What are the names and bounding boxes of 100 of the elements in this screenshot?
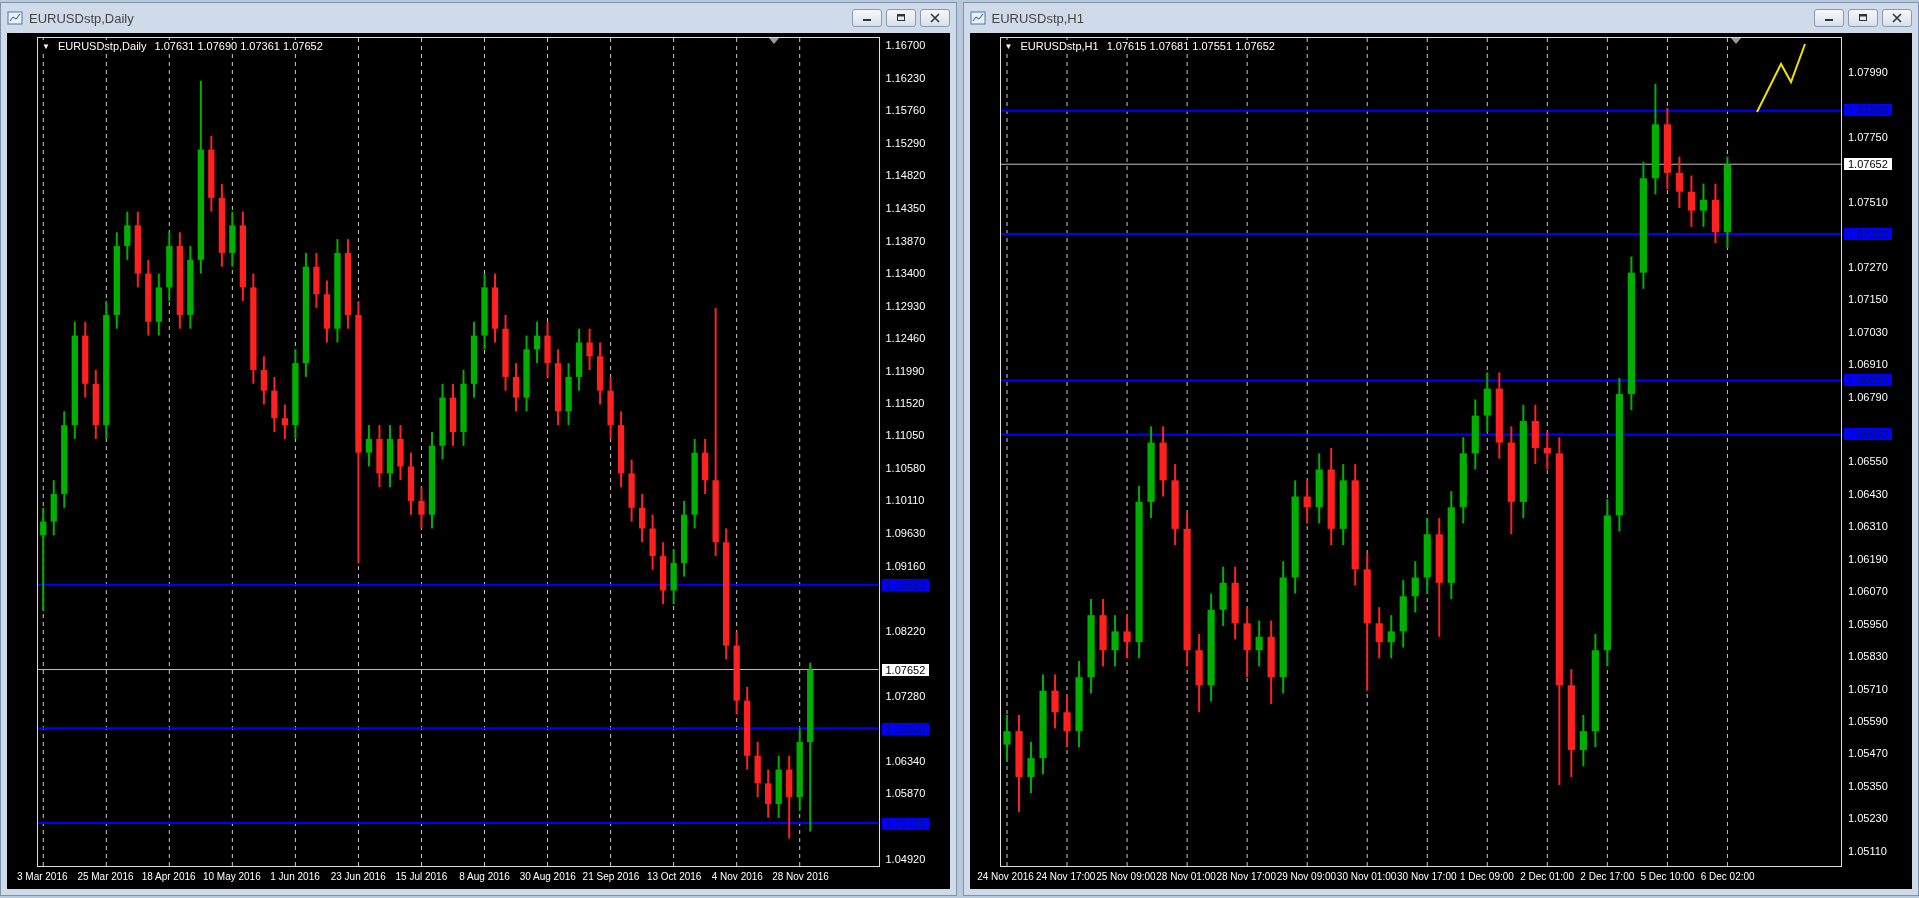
candle	[1699, 182, 1707, 228]
price-label: 1.05470	[1848, 747, 1888, 760]
close-icon	[1892, 13, 1902, 23]
minimize-button[interactable]	[1814, 9, 1844, 27]
price-label: 1.07030	[1848, 325, 1888, 338]
candle	[1050, 673, 1059, 730]
price-label: 1.14350	[885, 201, 926, 214]
candle	[659, 541, 667, 606]
candle	[323, 279, 331, 344]
price-label: 1.05350	[1848, 779, 1888, 792]
price-label: 1.09160	[885, 559, 926, 572]
candle	[260, 355, 268, 406]
price-label: 1.06340	[885, 754, 926, 767]
candle	[1303, 479, 1311, 525]
date-label: 28 Nov 2016	[772, 871, 829, 882]
price-tag: 1.05425	[881, 817, 930, 830]
restore-button[interactable]	[885, 9, 916, 27]
candle	[775, 754, 782, 819]
candle	[670, 548, 677, 606]
price-label: 1.05950	[1848, 617, 1888, 630]
price-tag: 1.07652	[1844, 157, 1892, 170]
candle	[596, 341, 604, 406]
candle	[512, 362, 520, 413]
ohlc-values: 1.07631 1.07690 1.07361 1.07652	[154, 40, 323, 54]
close-icon	[929, 13, 940, 23]
collapse-toggle[interactable]: ▼	[1004, 40, 1013, 54]
minimize-button[interactable]	[851, 9, 882, 27]
shift-marker-icon[interactable]	[768, 38, 779, 44]
price-label: 1.06190	[1848, 552, 1888, 565]
candle	[386, 424, 394, 489]
price-label: 1.11520	[885, 396, 925, 409]
candle	[1543, 430, 1551, 471]
chart-icon	[969, 10, 986, 26]
candle	[418, 486, 425, 530]
price-label: 1.10110	[885, 494, 925, 507]
candle	[229, 210, 236, 268]
restore-icon	[895, 13, 906, 23]
restore-icon	[1858, 13, 1868, 23]
zigzag-drawing	[1755, 42, 1807, 114]
date-label: 28 Nov 01:00	[1156, 871, 1216, 882]
candle	[1002, 713, 1011, 762]
candle	[586, 327, 593, 372]
price-label: 1.07510	[1848, 195, 1888, 208]
date-label: 18 Apr 2016	[141, 871, 196, 882]
candle	[1026, 740, 1035, 795]
candle	[638, 493, 646, 544]
price-label: 1.11050	[885, 429, 925, 442]
candle	[313, 251, 320, 310]
horizontal-line[interactable]	[1000, 433, 1841, 436]
date-label: 28 Nov 17:00	[1216, 871, 1276, 882]
shift-marker-icon[interactable]	[1731, 38, 1741, 44]
price-label: 1.06310	[1848, 520, 1888, 533]
price-label: 1.13870	[885, 234, 926, 247]
price-label: 1.12930	[885, 299, 926, 312]
price-label: 1.06790	[1848, 390, 1888, 403]
price-label: 1.10580	[885, 461, 926, 474]
price-label: 1.05710	[1848, 682, 1888, 695]
horizontal-line[interactable]	[38, 583, 879, 586]
price-label: 1.15760	[885, 104, 926, 117]
candle	[1411, 560, 1419, 614]
close-button[interactable]	[1882, 9, 1912, 27]
price-label: 1.15290	[885, 136, 926, 149]
restore-button[interactable]	[1848, 9, 1878, 27]
symbol-label: EURUSDstp,Daily	[57, 40, 147, 54]
close-button[interactable]	[919, 9, 950, 27]
window-title: EURUSDstp,H1	[991, 10, 1084, 26]
price-label: 1.07750	[1848, 131, 1888, 144]
date-label: 5 Dec 10:00	[1640, 871, 1695, 882]
candle	[166, 231, 173, 303]
price-tag: 1.08883	[881, 579, 930, 592]
candle	[271, 375, 278, 433]
price-tag: 1.07393	[1844, 227, 1892, 240]
collapse-toggle[interactable]: ▼	[42, 40, 50, 54]
candle	[575, 327, 583, 392]
candle	[754, 741, 761, 799]
price-label: 1.07270	[1848, 260, 1888, 273]
candle	[1122, 614, 1131, 660]
horizontal-line[interactable]	[38, 669, 879, 671]
date-label: 29 Nov 09:00	[1276, 871, 1337, 882]
candle	[533, 320, 541, 365]
date-label: 13 Oct 2016	[646, 871, 702, 882]
candle	[365, 424, 373, 468]
date-label: 2 Dec 17:00	[1580, 871, 1635, 882]
symbol-label: EURUSDstp,H1	[1020, 40, 1099, 54]
price-label: 1.05830	[1848, 650, 1888, 663]
price-label: 1.16230	[885, 71, 926, 84]
candle	[124, 210, 131, 261]
candle	[544, 320, 551, 378]
candle	[1375, 606, 1383, 660]
date-label: 1 Dec 09:00	[1459, 871, 1514, 882]
candle	[491, 272, 499, 344]
price-label: 1.05110	[1848, 844, 1887, 857]
price-label: 1.06430	[1848, 487, 1888, 500]
candle	[1098, 598, 1107, 668]
date-label: 1 Jun 2016	[270, 871, 320, 882]
candle	[155, 272, 162, 337]
price-label: 1.11990	[885, 364, 925, 377]
price-label: 1.13400	[885, 267, 926, 280]
date-label: 8 Aug 2016	[459, 871, 510, 882]
price-label: 1.05870	[885, 787, 926, 800]
